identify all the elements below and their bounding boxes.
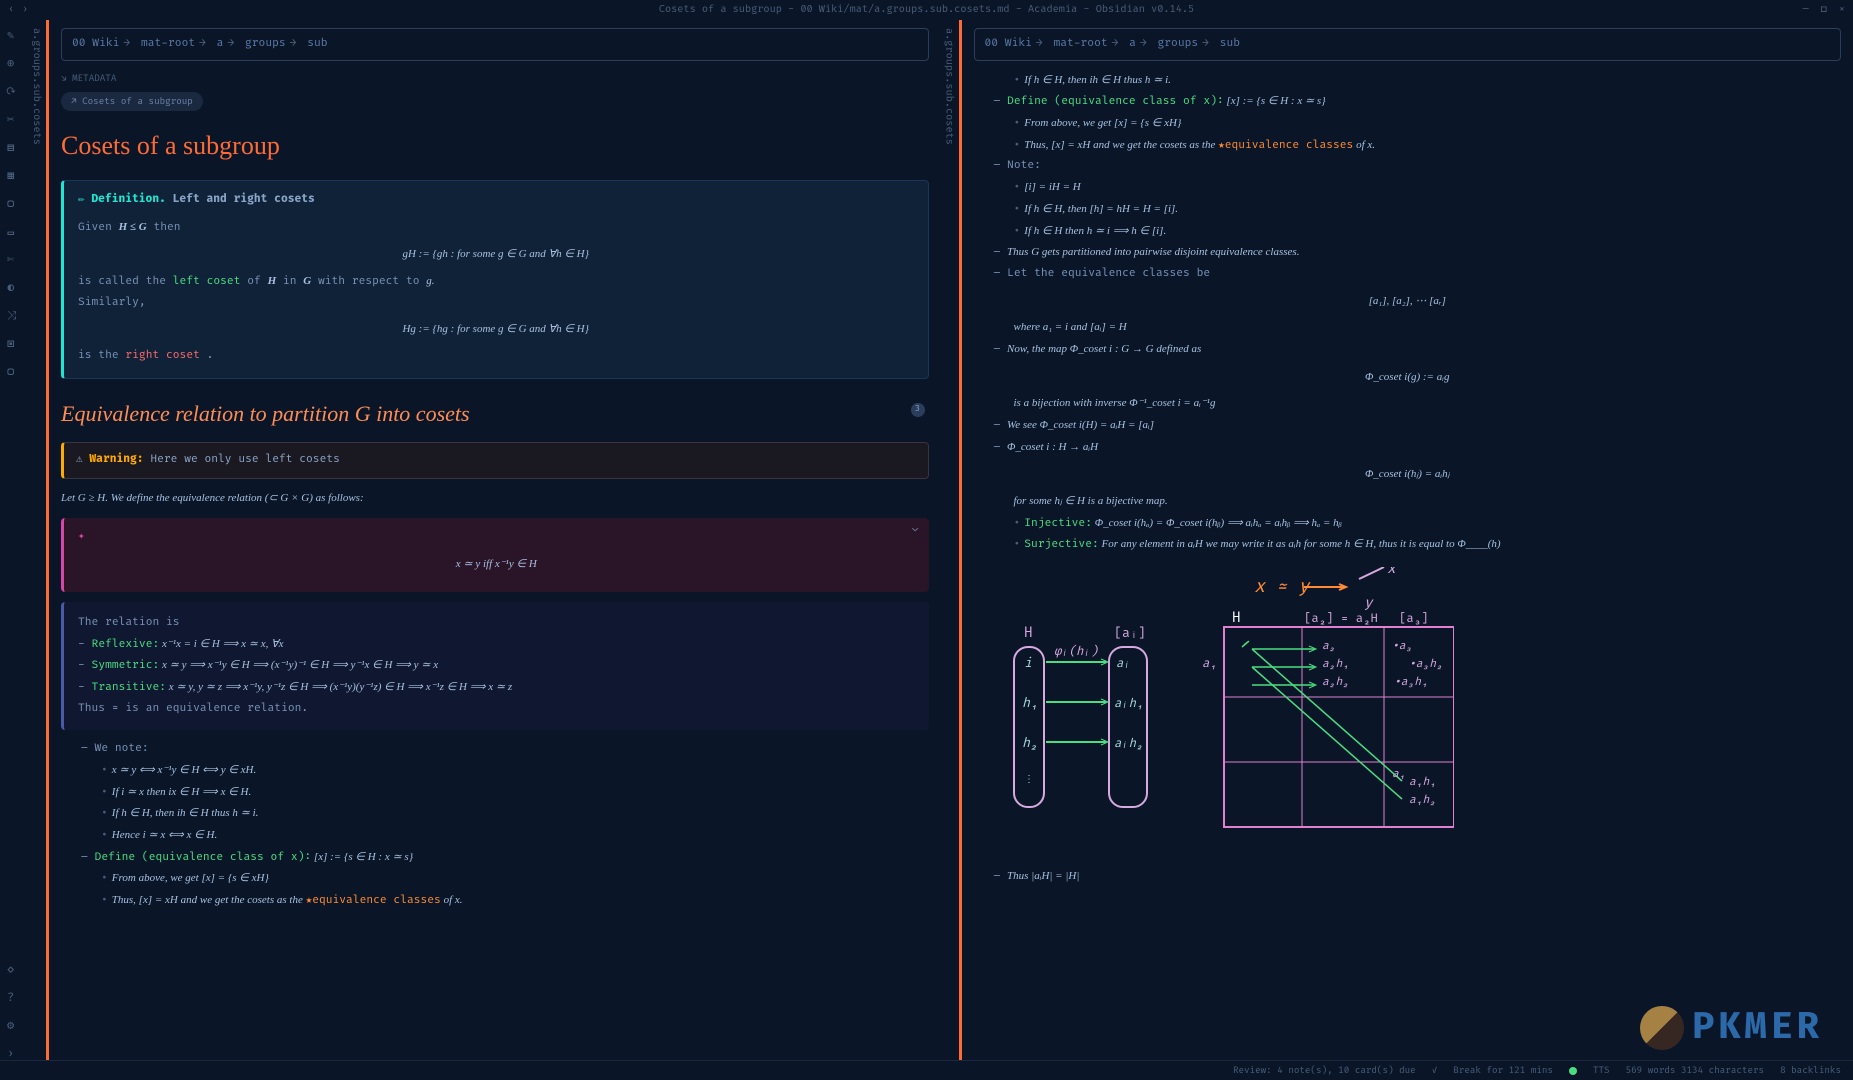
check-icon[interactable]: ✓ [1432, 1065, 1438, 1076]
calendar-icon[interactable]: ▣ [7, 336, 21, 350]
page-icon[interactable]: ▢ [7, 196, 21, 210]
svg-text:aᵢh₁: aᵢh₁ [1114, 696, 1143, 711]
svg-text:h₂: h₂ [1022, 735, 1038, 751]
svg-text:x ≃ y: x ≃ y [1254, 575, 1311, 598]
svg-text:[aᵢ]: [aᵢ] [1114, 625, 1146, 641]
minimize-icon[interactable]: — [1803, 4, 1809, 16]
settings-icon[interactable]: ⚙ [7, 1018, 21, 1032]
grid-icon[interactable]: ▦ [7, 168, 21, 182]
warning-callout: ⚠ Warning: Here we only use left cosets [61, 442, 929, 479]
svg-text:•a₃h₂: •a₃h₂ [1409, 658, 1443, 671]
handwritten-diagram: x ≃ y x y H i h₁ h₂ ⋮ [aᵢ] aᵢ [994, 567, 1454, 847]
statusbar: Review: 4 note(s), 10 card(s) due ✓ Brea… [0, 1060, 1853, 1080]
break-timer[interactable]: Break for 121 mins [1453, 1065, 1553, 1076]
section-heading: Equivalence relation to partition G into… [61, 395, 929, 432]
svg-text:i: i [1024, 655, 1032, 671]
svg-text:H: H [1024, 625, 1033, 642]
titlebar-title: Cosets of a subgroup - 00 Wiki/mat/a.gro… [659, 4, 1194, 16]
svg-text:a₁: a₁ [1392, 768, 1406, 781]
book-icon[interactable]: ▤ [7, 140, 21, 154]
equation-callout: ✦ ⌄ x ≃ y iff x⁻¹y ∈ H [61, 518, 929, 591]
left-ribbon: ✎ ⊕ ⟳ ✂ ▤ ▦ ▢ ▭ ✄ ◐ ⤨ ▣ ▢ ◇ ? ⚙ › [0, 20, 28, 1060]
svg-text:a₂h₁: a₂h₁ [1322, 658, 1349, 671]
right-coset-term: right coset [125, 349, 199, 362]
sync-icon[interactable]: ⟳ [7, 84, 21, 98]
svg-text:y: y [1364, 595, 1374, 612]
metadata-label[interactable]: ↘ METADATA [61, 71, 929, 86]
svg-text:a₂h₂: a₂h₂ [1322, 676, 1349, 689]
svg-text:a₁: a₁ [1202, 656, 1217, 671]
editor-pane-left[interactable]: 00 Wiki→ mat-root→ a→ groups→ sub ↘ META… [49, 20, 941, 1060]
help-icon[interactable]: ? [7, 990, 21, 1004]
svg-text:⋮: ⋮ [1024, 774, 1034, 786]
def-prefix: ✏ Definition. [78, 193, 166, 206]
word-count[interactable]: 569 words 3134 characters [1626, 1065, 1764, 1076]
chevron-down-icon[interactable]: ⌄ [912, 524, 919, 543]
page-title: Cosets of a subgroup [61, 124, 929, 168]
svg-text:φᵢ(hᵢ): φᵢ(hᵢ) [1054, 644, 1099, 659]
paragraph: Let G ≥ H. We define the equivalence rel… [61, 489, 929, 509]
editor-pane-right[interactable]: 00 Wiki→ mat-root→ a→ groups→ sub •If h … [962, 20, 1853, 1060]
review-status[interactable]: Review: 4 note(s), 10 card(s) due [1233, 1065, 1416, 1076]
reference-count-badge[interactable]: 3 [911, 403, 925, 417]
cut-icon[interactable]: ✄ [7, 252, 21, 266]
svg-text:aᵢh₂: aᵢh₂ [1114, 736, 1143, 751]
tab-label-left[interactable]: a.groups.sub.cosets [28, 20, 46, 1060]
svg-text:•a₃: •a₃ [1392, 640, 1412, 653]
star-icon: ✦ [78, 530, 85, 543]
relation-proof-block: The relation is - Reflexive: x⁻¹x = i ∈ … [61, 602, 929, 730]
svg-text:[a₂] = a₂H: [a₂] = a₂H [1304, 611, 1378, 626]
svg-text:a₂: a₂ [1322, 640, 1336, 653]
breadcrumb[interactable]: 00 Wiki→ mat-root→ a→ groups→ sub [61, 28, 929, 61]
vault-icon[interactable]: ◇ [7, 962, 21, 976]
globe-icon[interactable]: ⊕ [7, 56, 21, 70]
formula-left-coset: gH := {gh : for some g ∈ G and ∀h ∈ H} [78, 245, 914, 264]
close-icon[interactable]: × [1839, 4, 1845, 16]
svg-text:h₁: h₁ [1022, 695, 1038, 711]
svg-text:[a₃]: [a₃] [1399, 611, 1429, 626]
title-pill[interactable]: ↗ Cosets of a subgroup [61, 92, 203, 111]
tts-indicator[interactable]: TTS [1593, 1065, 1610, 1076]
pen-icon[interactable]: ✎ [7, 28, 21, 42]
lightbulb-icon[interactable]: ◐ [7, 280, 21, 294]
backlinks-count[interactable]: 8 backlinks [1780, 1065, 1841, 1076]
svg-text:aᵢ: aᵢ [1116, 656, 1131, 671]
tab-label-right[interactable]: a.groups.sub.cosets [941, 20, 959, 1060]
definition-callout: ✏ Definition. Left and right cosets Give… [61, 180, 929, 379]
breadcrumb[interactable]: 00 Wiki→ mat-root→ a→ groups→ sub [974, 28, 1842, 61]
svg-text:a₁h₂: a₁h₂ [1409, 794, 1436, 807]
sync-status-dot[interactable] [1569, 1067, 1577, 1075]
left-coset-term: left coset [173, 275, 241, 288]
folder-icon[interactable]: ▭ [7, 224, 21, 238]
svg-text:•a₃h₁: •a₃h₁ [1394, 676, 1428, 689]
svg-text:a₁h₁: a₁h₁ [1409, 776, 1436, 789]
nav-back-icon[interactable]: ‹ [8, 4, 14, 16]
titlebar: ‹ › Cosets of a subgroup - 00 Wiki/mat/a… [0, 0, 1853, 20]
watermark: PKMER [1640, 1006, 1823, 1050]
watermark-logo-icon [1640, 1006, 1684, 1050]
formula-right-coset: Hg := {hg : for some g ∈ G and ∀h ∈ H} [78, 320, 914, 339]
nav-fwd-icon[interactable]: › [22, 4, 28, 16]
shuffle-icon[interactable]: ⤨ [7, 308, 21, 322]
warning-icon: ⚠ [76, 453, 83, 466]
svg-text:H: H [1232, 610, 1241, 627]
scissors-icon[interactable]: ✂ [7, 112, 21, 126]
maximize-icon[interactable]: □ [1821, 4, 1827, 16]
def-label: Left and right cosets [173, 193, 315, 206]
collapse-icon[interactable]: › [7, 1046, 21, 1060]
svg-text:x: x [1387, 567, 1397, 578]
tv-icon[interactable]: ▢ [7, 364, 21, 378]
